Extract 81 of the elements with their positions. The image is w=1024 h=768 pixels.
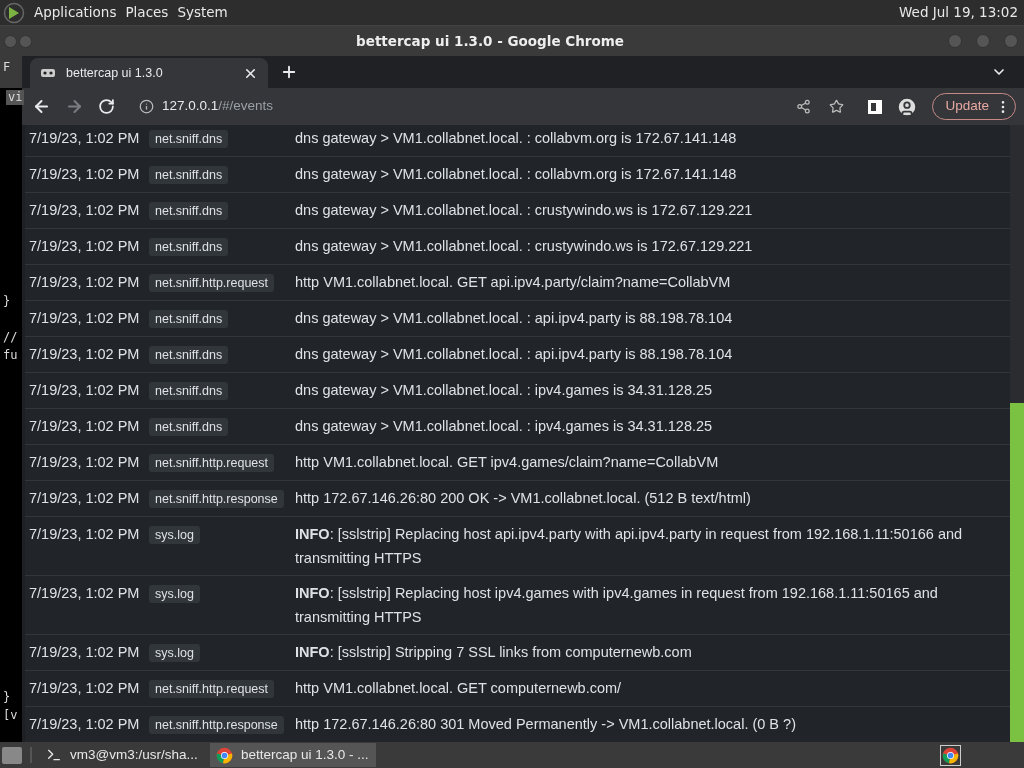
- panel-menu[interactable]: Places: [125, 2, 169, 23]
- event-time: 7/19/23, 1:02 PM: [29, 584, 141, 603]
- event-time: 7/19/23, 1:02 PM: [29, 453, 141, 472]
- star-icon[interactable]: [829, 99, 845, 114]
- event-time: 7/19/23, 1:02 PM: [29, 381, 141, 400]
- event-tag: net.sniff.http.request: [149, 680, 275, 698]
- taskbar-item[interactable]: bettercap ui 1.3.0 - ...: [210, 743, 376, 767]
- clock[interactable]: Wed Jul 19, 13:02: [899, 2, 1021, 23]
- event-message: http 172.67.146.26:80 200 OK -> VM1.collabnet.local. (512 B text/html): [295, 489, 752, 508]
- event-tag: net.sniff.http.request: [149, 454, 275, 472]
- terminal-text: //: [3, 330, 18, 345]
- event-message: dns gateway > VM1.collabnet.local. : crustywindo.ws is 172.67.129.221: [295, 201, 754, 220]
- play-logo-icon: [3, 1, 25, 24]
- tray-chrome-icon[interactable]: [940, 744, 961, 766]
- taskbar-label: vm3@vm3:/usr/sha...: [70, 745, 198, 764]
- event-tag: net.sniff.http.response: [149, 716, 284, 734]
- event-time: 7/19/23, 1:02 PM: [29, 345, 141, 364]
- event-tag: net.sniff.dns: [149, 346, 229, 364]
- event-message: http 172.67.146.26:80 301 Moved Permanently -> VM1.collabnet.local. (0 B ?): [295, 715, 797, 734]
- event-message: INFO: [sslstrip] Stripping 7 SSL links from computernewb.com: [295, 643, 693, 662]
- forward-icon[interactable]: [65, 97, 84, 116]
- event-tag: net.sniff.dns: [149, 418, 229, 436]
- terminal-menu-text: F: [3, 60, 11, 75]
- panel-menu[interactable]: Applications: [34, 2, 117, 23]
- event-time: 7/19/23, 1:02 PM: [29, 165, 141, 184]
- event-tag: net.sniff.dns: [149, 202, 229, 220]
- event-time: 7/19/23, 1:02 PM: [29, 679, 141, 698]
- event-message: dns gateway > VM1.collabnet.local. : crustywindo.ws is 172.67.129.221: [295, 237, 754, 256]
- share-icon[interactable]: [796, 99, 812, 114]
- taskbar-item[interactable]: vm3@vm3:/usr/sha...: [40, 743, 206, 767]
- terminal-text: [v: [3, 708, 18, 723]
- back-icon[interactable]: [32, 97, 51, 116]
- url-text: 127.0.0.1/#/events: [162, 97, 274, 116]
- event-message: dns gateway > VM1.collabnet.local. : collabvm.org is 172.67.141.148: [295, 165, 738, 184]
- event-tag: net.sniff.dns: [149, 130, 229, 148]
- event-tag: sys.log: [149, 526, 200, 544]
- event-tag: net.sniff.http.request: [149, 274, 275, 292]
- info-icon[interactable]: [139, 99, 154, 114]
- browser-tab[interactable]: bettercap ui 1.3.0: [30, 58, 268, 88]
- event-time: 7/19/23, 1:02 PM: [29, 643, 141, 662]
- event-tag: net.sniff.http.response: [149, 490, 284, 508]
- panel-menu[interactable]: System: [177, 2, 228, 23]
- event-time: 7/19/23, 1:02 PM: [29, 273, 141, 292]
- chrome-icon: [942, 746, 959, 764]
- event-message: http VM1.collabnet.local. GET computernewb.com/: [295, 679, 623, 698]
- terminal-icon: [46, 747, 62, 763]
- tab-title: bettercap ui 1.3.0: [66, 64, 164, 82]
- event-tag: sys.log: [149, 585, 200, 603]
- event-message: INFO: [sslstrip] Replacing host ipv4.games with ipv4.games in request from 192.168.1.11:50165 and transmitting HTTPS: [295, 584, 939, 627]
- event-tag: net.sniff.dns: [149, 238, 229, 256]
- event-message: INFO: [sslstrip] Replacing host api.ipv4.party with api.ipv4.party in request from 192.168.1.11:50166 and transmitting HTTPS: [295, 525, 964, 568]
- terminal-text: }: [3, 294, 11, 309]
- event-message: http VM1.collabnet.local. GET api.ipv4.party/claim?name=CollabVM: [295, 273, 732, 292]
- terminal-text: fu: [3, 348, 18, 363]
- event-message: dns gateway > VM1.collabnet.local. : ipv4.games is 34.31.128.25: [295, 381, 714, 400]
- event-tag: net.sniff.dns: [149, 310, 229, 328]
- event-time: 7/19/23, 1:02 PM: [29, 715, 141, 734]
- profile-icon[interactable]: [896, 95, 919, 118]
- event-message: dns gateway > VM1.collabnet.local. : api.ipv4.party is 88.198.78.104: [295, 309, 734, 328]
- event-message: dns gateway > VM1.collabnet.local. : ipv4.games is 34.31.128.25: [295, 417, 714, 436]
- event-time: 7/19/23, 1:02 PM: [29, 237, 141, 256]
- event-tag: sys.log: [149, 644, 200, 662]
- event-message: dns gateway > VM1.collabnet.local. : collabvm.org is 172.67.141.148: [295, 129, 738, 148]
- reload-icon[interactable]: [98, 98, 115, 115]
- event-time: 7/19/23, 1:02 PM: [29, 201, 141, 220]
- event-time: 7/19/23, 1:02 PM: [29, 129, 141, 148]
- scrollbar[interactable]: [1010, 125, 1024, 742]
- event-time: 7/19/23, 1:02 PM: [29, 489, 141, 508]
- event-time: 7/19/23, 1:02 PM: [29, 309, 141, 328]
- event-message: http VM1.collabnet.local. GET ipv4.games/claim?name=CollabVM: [295, 453, 720, 472]
- event-time: 7/19/23, 1:02 PM: [29, 525, 141, 544]
- chrome-icon: [216, 746, 233, 764]
- window-title: bettercap ui 1.3.0 - Google Chrome: [355, 31, 625, 51]
- event-tag: net.sniff.dns: [149, 382, 229, 400]
- event-tag: net.sniff.dns: [149, 166, 229, 184]
- terminal-text: }: [3, 690, 11, 705]
- side-panel-icon[interactable]: [868, 99, 883, 114]
- new-tab-icon[interactable]: [280, 63, 298, 81]
- taskbar-label: bettercap ui 1.3.0 - ...: [241, 745, 369, 764]
- event-message: dns gateway > VM1.collabnet.local. : api.ipv4.party is 88.198.78.104: [295, 345, 734, 364]
- event-time: 7/19/23, 1:02 PM: [29, 417, 141, 436]
